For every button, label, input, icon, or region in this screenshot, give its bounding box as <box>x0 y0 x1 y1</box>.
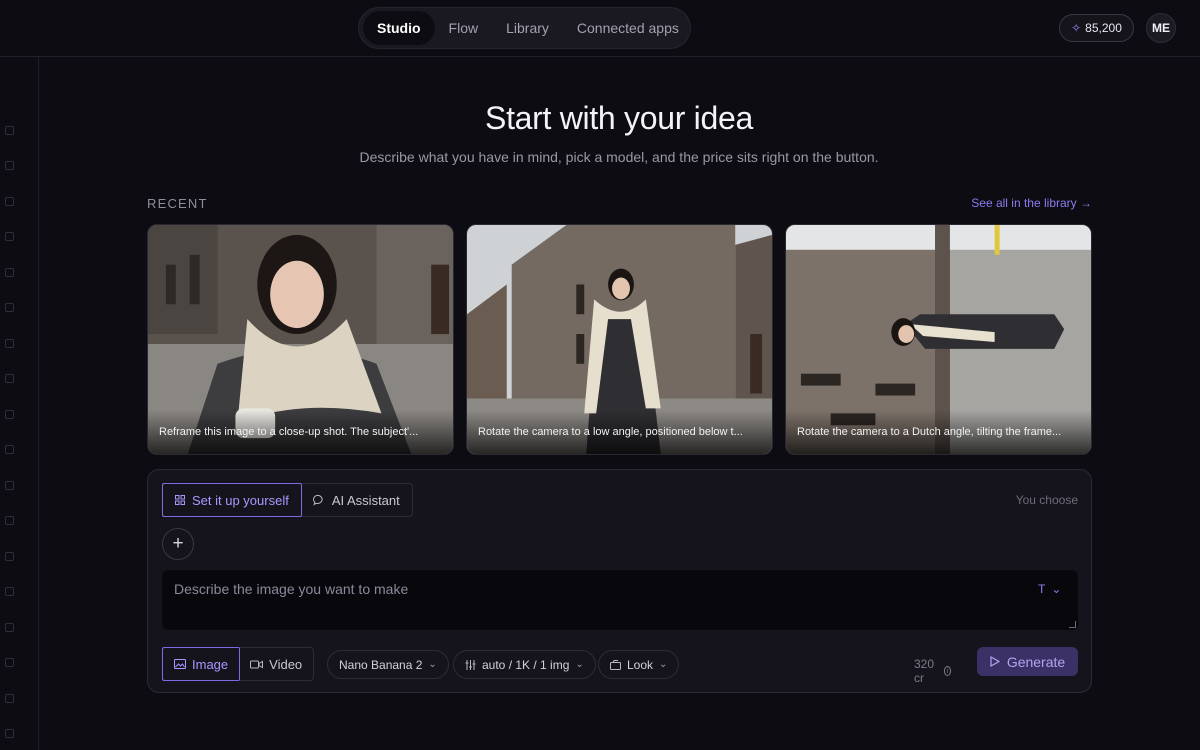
prompt-input[interactable] <box>162 570 1078 630</box>
plus-icon: + <box>172 533 184 554</box>
composer-panel: Set it up yourself AI Assistant You choo… <box>147 469 1092 693</box>
sidebar-item-icon[interactable] <box>5 694 14 703</box>
chevron-down-icon: ⌄ <box>428 659 437 670</box>
mode-toggle: Set it up yourself AI Assistant <box>162 483 413 517</box>
sidebar-item-icon[interactable] <box>5 268 14 277</box>
card-caption: Rotate the camera to a Dutch angle, tilt… <box>786 410 1091 454</box>
sidebar-item-icon[interactable] <box>5 481 14 490</box>
cost-indicator: 320 cr i <box>914 657 952 685</box>
grid-icon <box>175 495 185 505</box>
tab-studio[interactable]: Studio <box>363 11 435 45</box>
recent-label: RECENT <box>147 196 208 211</box>
sidebar-item-icon[interactable] <box>5 303 14 312</box>
tab-library[interactable]: Library <box>492 11 563 45</box>
sidebar-item-icon[interactable] <box>5 197 14 206</box>
settings-selector[interactable]: auto / 1K / 1 img ⌄ <box>453 650 596 679</box>
top-bar: Studio Flow Library Connected apps ✧ 85,… <box>0 0 1200 57</box>
tab-connected-apps[interactable]: Connected apps <box>563 11 693 45</box>
tab-flow[interactable]: Flow <box>435 11 493 45</box>
sidebar-item-icon[interactable] <box>5 445 14 454</box>
recent-card[interactable]: Rotate the camera to a low angle, positi… <box>466 224 773 455</box>
chevron-down-icon: ⌄ <box>1051 582 1062 596</box>
set-it-up-yourself-button[interactable]: Set it up yourself <box>162 483 302 517</box>
sidebar-item-icon[interactable] <box>5 374 14 383</box>
chevron-down-icon: ⌄ <box>575 659 584 670</box>
credits-badge[interactable]: ✧ 85,200 <box>1059 14 1134 42</box>
see-all-link[interactable]: See all in the library → <box>971 196 1092 210</box>
mode-label: Set it up yourself <box>192 492 289 508</box>
sidebar-item-icon[interactable] <box>5 410 14 419</box>
sidebar-item-icon[interactable] <box>5 587 14 596</box>
sliders-icon <box>465 659 476 670</box>
generate-button[interactable]: Generate <box>977 647 1078 676</box>
sidebar-item-icon[interactable] <box>5 658 14 667</box>
sidebar-item-icon[interactable] <box>5 516 14 525</box>
card-caption: Rotate the camera to a low angle, positi… <box>467 410 772 454</box>
sidebar-item-icon[interactable] <box>5 339 14 348</box>
page-title: Start with your idea <box>485 100 753 136</box>
recent-card[interactable]: Reframe this image to a close-up shot. T… <box>147 224 454 455</box>
chevron-down-icon: ⌄ <box>659 659 668 670</box>
page-subtitle: Describe what you have in mind, pick a m… <box>359 149 879 165</box>
recent-card[interactable]: Rotate the camera to a Dutch angle, tilt… <box>785 224 1092 455</box>
settings-value: auto / 1K / 1 img <box>482 657 570 672</box>
card-caption: Reframe this image to a close-up shot. T… <box>148 410 453 454</box>
look-selector[interactable]: Look ⌄ <box>598 650 680 679</box>
sidebar-item-icon[interactable] <box>5 729 14 738</box>
model-name: Nano Banana 2 <box>339 657 423 672</box>
add-attachment-button[interactable]: + <box>162 528 194 560</box>
look-label: Look <box>627 657 654 672</box>
look-icon <box>610 659 621 670</box>
image-icon <box>174 659 186 669</box>
resize-handle-icon[interactable] <box>1069 621 1076 628</box>
chat-bubble-icon <box>312 494 323 506</box>
sidebar-item-icon[interactable] <box>5 232 14 241</box>
text-type-icon: T <box>1038 582 1046 596</box>
generate-label: Generate <box>1006 653 1066 670</box>
ai-assistant-button[interactable]: AI Assistant <box>301 484 412 516</box>
info-icon[interactable]: i <box>943 666 952 676</box>
sidebar-item-icon[interactable] <box>5 623 14 632</box>
text-type-selector[interactable]: T ⌄ <box>1038 582 1061 596</box>
model-selector[interactable]: Nano Banana 2 ⌄ <box>327 650 449 679</box>
main-nav: Studio Flow Library Connected apps <box>358 7 691 49</box>
sparkle-icon: ✧ <box>1071 21 1082 35</box>
mode-label: AI Assistant <box>331 492 400 508</box>
play-icon <box>990 656 1000 667</box>
avatar[interactable]: ME <box>1146 13 1176 43</box>
media-label: Image <box>192 656 229 672</box>
cost-value: 320 cr <box>914 657 935 685</box>
media-label: Video <box>269 656 303 672</box>
media-type-toggle: Image Video <box>162 647 315 681</box>
you-choose-label: You choose <box>1015 493 1078 507</box>
sidebar-item-icon[interactable] <box>5 552 14 561</box>
video-mode-button[interactable]: Video <box>239 648 313 680</box>
image-mode-button[interactable]: Image <box>162 647 241 681</box>
credits-value: 85,200 <box>1085 21 1122 35</box>
video-icon <box>250 660 264 668</box>
